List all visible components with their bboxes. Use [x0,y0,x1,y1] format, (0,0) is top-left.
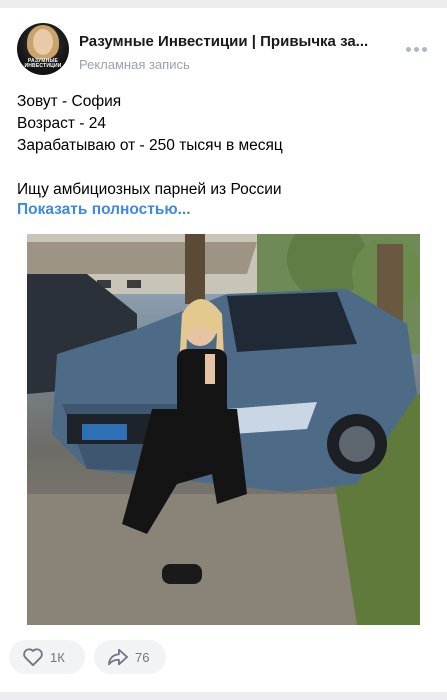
post-photo[interactable] [27,234,420,625]
post-photo-illustration [27,234,420,625]
like-count: 1К [50,649,65,665]
post-line-empty [17,157,427,179]
share-icon [108,648,128,666]
ad-label: Рекламная запись [79,57,190,72]
post-header: РАЗУМНЫЕ ИНВЕСТИЦИИ Разумные Инвестиции … [17,23,432,75]
post-line: Возраст - 24 [17,115,106,132]
share-count: 76 [135,649,150,665]
post-line: Зарабатываю от - 250 тысяч в месяц [17,137,283,154]
share-button[interactable]: 76 [94,640,166,674]
post-line: Зовут - София [17,93,122,110]
show-more-link[interactable]: Показать полностью... [17,201,191,219]
heart-icon [23,648,43,667]
post-text: Зовут - София Возраст - 24 Зарабатываю о… [17,91,427,201]
post-card: РАЗУМНЫЕ ИНВЕСТИЦИИ Разумные Инвестиции … [0,8,447,692]
author-name[interactable]: Разумные Инвестиции | Привычка за... [79,33,399,50]
like-button[interactable]: 1К [9,640,85,674]
avatar-logo-text: РАЗУМНЫЕ ИНВЕСТИЦИИ [24,58,62,69]
avatar-face [33,29,53,55]
post-line: Ищу амбициозных парней из России [17,181,282,198]
more-icon[interactable] [406,47,428,53]
avatar[interactable]: РАЗУМНЫЕ ИНВЕСТИЦИИ [17,23,69,75]
